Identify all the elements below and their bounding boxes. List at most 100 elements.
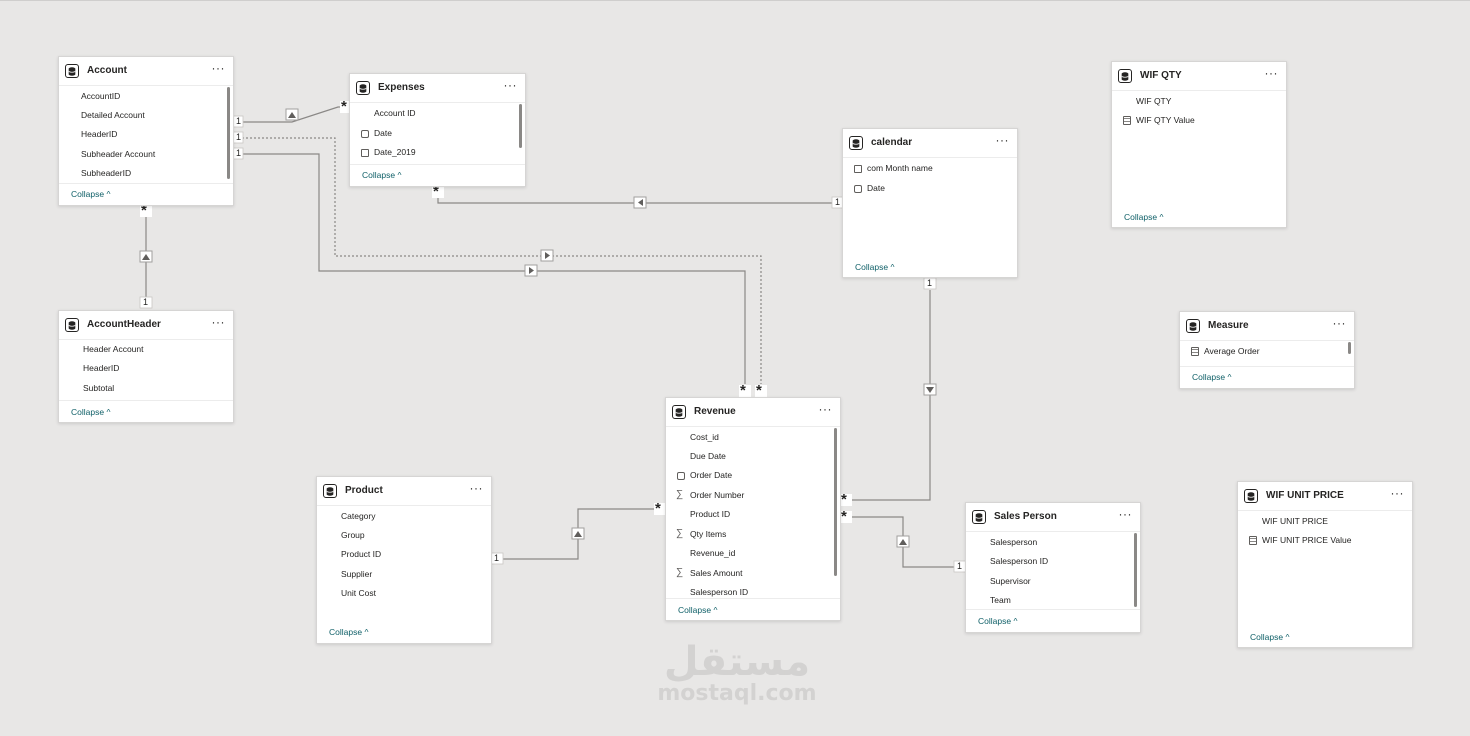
- scrollbar[interactable]: [1348, 342, 1351, 354]
- collapse-link[interactable]: Collapse ^: [362, 170, 401, 180]
- field-row[interactable]: Team: [966, 591, 1130, 610]
- collapse-link[interactable]: Collapse ^: [71, 407, 110, 417]
- table-header[interactable]: AccountHeader ···: [59, 311, 233, 340]
- card-many-7: *: [841, 491, 847, 508]
- field-row[interactable]: Header Account: [59, 340, 223, 359]
- table-card-expenses[interactable]: Expenses ··· Account ID Date Date_2019 C…: [349, 73, 526, 187]
- table-icon: [65, 64, 79, 78]
- field-row[interactable]: WIF QTY: [1112, 92, 1276, 111]
- field-row[interactable]: com Month name: [843, 159, 1007, 178]
- card-one-1: 1: [236, 116, 242, 126]
- field-row[interactable]: Order Date: [666, 466, 830, 485]
- field-row[interactable]: Date: [843, 179, 1007, 198]
- table-title: WIF UNIT PRICE: [1266, 490, 1344, 501]
- scrollbar[interactable]: [227, 87, 230, 179]
- table-header[interactable]: Account ···: [59, 57, 233, 86]
- more-options-icon[interactable]: ···: [996, 134, 1010, 146]
- field-row[interactable]: Supplier: [317, 565, 481, 584]
- field-row[interactable]: Cost_id: [666, 428, 830, 447]
- model-canvas[interactable]: 1 1 1 1 1 1 1 1 * * * * * * * * Account …: [0, 0, 1470, 736]
- chevron-up-icon: ^: [1013, 616, 1018, 626]
- table-card-measure[interactable]: Measure ··· Average Order Collapse ^: [1179, 311, 1355, 389]
- field-row[interactable]: WIF QTY Value: [1112, 111, 1276, 130]
- collapse-link[interactable]: Collapse ^: [1124, 212, 1163, 222]
- field-row[interactable]: WIF UNIT PRICE Value: [1238, 531, 1402, 550]
- hierarchy-icon: [854, 165, 862, 173]
- table-title: Sales Person: [994, 511, 1057, 522]
- scrollbar[interactable]: [519, 104, 522, 148]
- table-title: Expenses: [378, 82, 425, 93]
- more-options-icon[interactable]: ···: [504, 79, 518, 91]
- field-row[interactable]: Account ID: [350, 104, 515, 123]
- field-row[interactable]: ∑ Qty Items: [666, 525, 830, 544]
- collapse-label: Collapse: [1124, 212, 1158, 222]
- table-header[interactable]: calendar ···: [843, 129, 1017, 158]
- table-card-account[interactable]: Account ··· AccountID Detailed Account H…: [58, 56, 234, 206]
- collapse-link[interactable]: Collapse ^: [678, 605, 717, 615]
- table-card-product[interactable]: Product ··· Category Group Product ID Su…: [316, 476, 492, 644]
- scrollbar[interactable]: [1134, 533, 1137, 607]
- table-card-accountheader[interactable]: AccountHeader ··· Header Account HeaderI…: [58, 310, 234, 423]
- field-row[interactable]: Salesperson ID: [966, 552, 1130, 571]
- field-row[interactable]: Date_2019: [350, 143, 515, 162]
- field-row[interactable]: SubheaderID: [59, 164, 223, 183]
- table-card-revenue[interactable]: Revenue ··· Cost_id Due Date Order Date …: [665, 397, 841, 621]
- field-row[interactable]: Due Date: [666, 447, 830, 466]
- table-card-wif-unit-price[interactable]: WIF UNIT PRICE ··· WIF UNIT PRICE WIF UN…: [1237, 481, 1413, 648]
- field-row[interactable]: Average Order: [1180, 342, 1344, 361]
- field-row[interactable]: ∑ Sales Amount: [666, 564, 830, 583]
- sigma-icon: ∑: [676, 567, 684, 578]
- table-header[interactable]: Measure ···: [1180, 312, 1354, 341]
- sigma-icon: ∑: [676, 489, 684, 500]
- more-options-icon[interactable]: ···: [1391, 487, 1405, 499]
- field-row[interactable]: Product ID: [317, 545, 481, 564]
- more-options-icon[interactable]: ···: [819, 403, 833, 415]
- field-name: HeaderID: [81, 129, 118, 139]
- more-options-icon[interactable]: ···: [1265, 67, 1279, 79]
- field-name: Date_2019: [374, 147, 416, 157]
- sigma-icon: ∑: [676, 528, 684, 539]
- field-row[interactable]: Subtotal: [59, 379, 223, 398]
- table-header[interactable]: Product ···: [317, 477, 491, 506]
- field-row[interactable]: Supervisor: [966, 572, 1130, 591]
- field-row[interactable]: Product ID: [666, 505, 830, 524]
- field-row[interactable]: WIF UNIT PRICE: [1238, 512, 1402, 531]
- field-row[interactable]: ∑ Order Number: [666, 486, 830, 505]
- table-header[interactable]: Sales Person ···: [966, 503, 1140, 532]
- field-row[interactable]: Revenue_id: [666, 544, 830, 563]
- watermark-latin: mostaql.com: [657, 681, 817, 706]
- field-name: WIF QTY: [1136, 96, 1172, 106]
- table-header[interactable]: WIF QTY ···: [1112, 62, 1286, 91]
- table-card-calendar[interactable]: calendar ··· com Month name Date Collaps…: [842, 128, 1018, 278]
- collapse-link[interactable]: Collapse ^: [978, 616, 1017, 626]
- table-header[interactable]: Revenue ···: [666, 398, 840, 427]
- collapse-label: Collapse: [978, 616, 1012, 626]
- more-options-icon[interactable]: ···: [1119, 508, 1133, 520]
- calculator-icon: [1249, 536, 1257, 545]
- collapse-link[interactable]: Collapse ^: [329, 627, 368, 637]
- field-row[interactable]: Subheader Account: [59, 145, 223, 164]
- scrollbar[interactable]: [834, 428, 837, 576]
- more-options-icon[interactable]: ···: [212, 316, 226, 328]
- collapse-link[interactable]: Collapse ^: [1250, 632, 1289, 642]
- field-name: Order Date: [690, 470, 733, 480]
- field-row[interactable]: Salesperson: [966, 533, 1130, 552]
- table-card-wif-qty[interactable]: WIF QTY ··· WIF QTY WIF QTY Value Collap…: [1111, 61, 1287, 228]
- field-row[interactable]: HeaderID: [59, 359, 223, 378]
- field-row[interactable]: Date: [350, 124, 515, 143]
- more-options-icon[interactable]: ···: [1333, 317, 1347, 329]
- field-row[interactable]: Detailed Account: [59, 106, 223, 125]
- collapse-link[interactable]: Collapse ^: [1192, 372, 1231, 382]
- field-row[interactable]: Unit Cost: [317, 584, 481, 603]
- table-header[interactable]: Expenses ···: [350, 74, 525, 103]
- more-options-icon[interactable]: ···: [470, 482, 484, 494]
- table-header[interactable]: WIF UNIT PRICE ···: [1238, 482, 1412, 511]
- field-row[interactable]: Category: [317, 507, 481, 526]
- collapse-link[interactable]: Collapse ^: [71, 189, 110, 199]
- field-row[interactable]: HeaderID: [59, 125, 223, 144]
- table-card-sales-person[interactable]: Sales Person ··· Salesperson Salesperson…: [965, 502, 1141, 633]
- more-options-icon[interactable]: ···: [212, 62, 226, 74]
- field-row[interactable]: Group: [317, 526, 481, 545]
- field-row[interactable]: AccountID: [59, 87, 223, 106]
- collapse-link[interactable]: Collapse ^: [855, 262, 894, 272]
